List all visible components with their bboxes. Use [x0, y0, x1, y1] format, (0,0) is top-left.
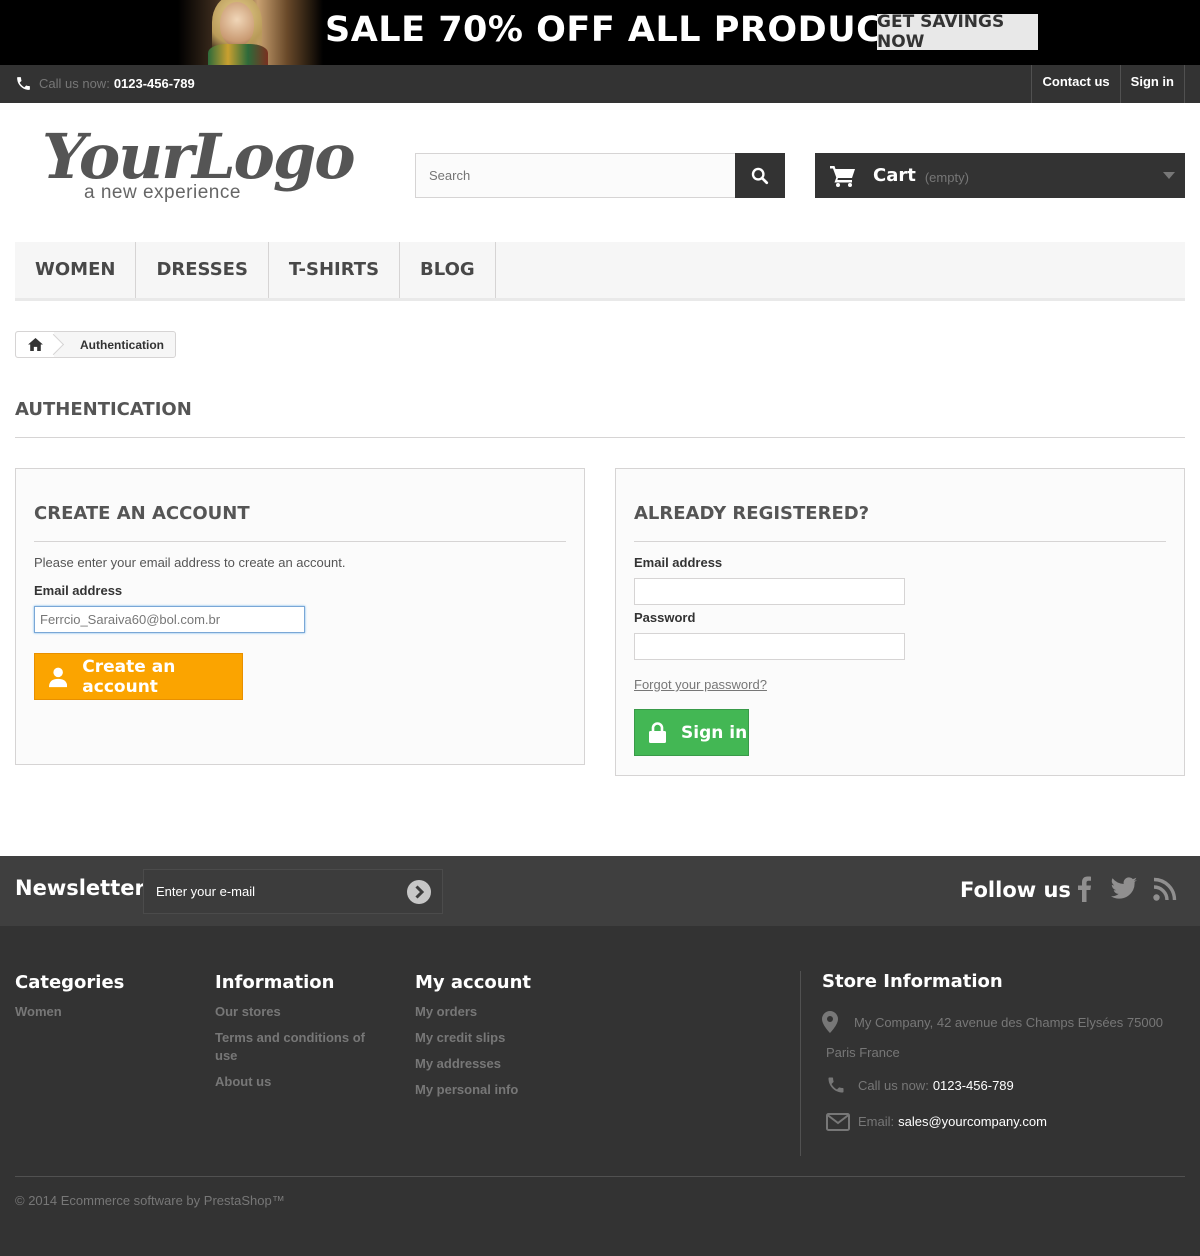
- call-label: Call us now:: [39, 76, 110, 91]
- search-button[interactable]: [735, 153, 785, 198]
- create-account-button[interactable]: Create an account: [34, 653, 243, 700]
- footer-link-women[interactable]: Women: [15, 1003, 185, 1021]
- create-account-form: CREATE AN ACCOUNT Please enter your emai…: [15, 468, 585, 765]
- footer-categories: Categories Women: [15, 972, 185, 1029]
- envelope-icon: [826, 1113, 850, 1131]
- cart-icon: [830, 165, 855, 187]
- newsletter-title: Newsletter: [15, 876, 145, 900]
- footer-information-title: Information: [215, 972, 335, 993]
- menu-item-women[interactable]: WOMEN: [15, 242, 137, 298]
- menu-item-tshirts[interactable]: T-SHIRTS: [269, 242, 401, 298]
- facebook-icon[interactable]: [1075, 876, 1095, 902]
- call-number: 0123-456-789: [113, 76, 195, 91]
- rss-icon[interactable]: [1153, 876, 1177, 902]
- store-call-label: Call us now:: [858, 1078, 929, 1093]
- banner-model-photo: [178, 0, 323, 65]
- phone-icon: [17, 77, 30, 90]
- password-input[interactable]: [634, 633, 905, 660]
- sign-in-link[interactable]: Sign in: [1121, 65, 1185, 103]
- create-email-input[interactable]: [34, 606, 305, 633]
- login-form: ALREADY REGISTERED? Email address Passwo…: [615, 468, 1185, 776]
- footer-categories-title: Categories: [15, 972, 125, 993]
- store-phone: Call us now: 0123-456-789: [826, 1075, 1014, 1095]
- footer-link-my-orders[interactable]: My orders: [415, 1003, 585, 1021]
- breadcrumb-home[interactable]: [16, 332, 54, 357]
- twitter-icon[interactable]: [1110, 876, 1138, 902]
- footer-link-credit-slips[interactable]: My credit slips: [415, 1029, 585, 1047]
- create-account-title: CREATE AN ACCOUNT: [34, 503, 566, 542]
- arrow-right-circle-icon[interactable]: [406, 879, 432, 905]
- footer-store-title: Store Information: [822, 971, 1003, 992]
- breadcrumb: Authentication: [15, 331, 176, 358]
- logo-tagline: a new experience: [84, 182, 241, 203]
- map-marker-icon: [822, 1011, 838, 1033]
- login-email-label: Email address: [634, 555, 723, 570]
- user-icon: [49, 667, 68, 687]
- create-account-label: Create an account: [82, 656, 176, 697]
- home-icon: [27, 338, 43, 351]
- footer-link-addresses[interactable]: My addresses: [415, 1055, 585, 1073]
- login-title: ALREADY REGISTERED?: [634, 503, 1166, 542]
- sign-in-label: Sign in: [681, 722, 748, 743]
- footer: Categories Women Information Our stores …: [0, 926, 1200, 1256]
- search-input[interactable]: [415, 153, 735, 198]
- footer-link-about-us[interactable]: About us: [215, 1073, 385, 1091]
- follow-us-title: Follow us: [960, 878, 1071, 902]
- footer-my-account-title: My account: [415, 972, 531, 993]
- call-us: Call us now: 0123-456-789: [15, 75, 195, 92]
- newsletter-bar: Newsletter Enter your e-mail Follow us: [0, 856, 1200, 926]
- get-savings-button[interactable]: GET SAVINGS NOW: [877, 12, 1038, 52]
- chevron-down-icon: [1163, 172, 1175, 179]
- contact-us-link[interactable]: Contact us: [1032, 65, 1121, 103]
- banner-headline: SALE 70% OFF ALL PRODUCTS: [325, 10, 933, 50]
- footer-link-terms[interactable]: Terms and conditions of use: [215, 1029, 385, 1065]
- search-icon: [751, 167, 769, 184]
- search-bar: [415, 153, 785, 198]
- cart-status: (empty): [924, 169, 969, 185]
- store-email-label: Email:: [858, 1114, 895, 1129]
- store-email: Email: sales@yourcompany.com: [826, 1113, 1047, 1131]
- footer-store-information: Store Information My Company, 42 avenue …: [800, 971, 1185, 1156]
- footer-my-account: My account My orders My credit slips My …: [415, 972, 585, 1107]
- footer-link-our-stores[interactable]: Our stores: [215, 1003, 385, 1021]
- top-nav-bar: Call us now: 0123-456-789 Contact us Sig…: [0, 65, 1200, 103]
- forgot-password-link[interactable]: Forgot your password?: [634, 677, 767, 692]
- social-links: [1075, 876, 1177, 902]
- newsletter-placeholder: Enter your e-mail: [156, 884, 255, 899]
- cart-label: Cart: [873, 165, 916, 186]
- copyright: © 2014 Ecommerce software by PrestaShop™: [15, 1176, 1185, 1208]
- create-account-description: Please enter your email address to creat…: [34, 555, 346, 570]
- footer-link-personal-info[interactable]: My personal info: [415, 1081, 585, 1099]
- store-email-link[interactable]: sales@yourcompany.com: [898, 1114, 1047, 1129]
- lock-icon: [649, 722, 666, 743]
- page-title: AUTHENTICATION: [15, 399, 1185, 438]
- password-label: Password: [634, 610, 696, 625]
- site-logo[interactable]: YourLogo a new experience: [40, 120, 356, 210]
- menu-item-blog[interactable]: BLOG: [400, 242, 496, 298]
- main-menu: WOMEN DRESSES T-SHIRTS BLOG: [15, 242, 1185, 301]
- store-address-line2: Paris France: [826, 1045, 900, 1060]
- breadcrumb-current: Authentication: [80, 337, 164, 352]
- newsletter-input[interactable]: Enter your e-mail: [143, 869, 443, 914]
- promo-banner[interactable]: SALE 70% OFF ALL PRODUCTS GET SAVINGS NO…: [0, 0, 1200, 65]
- footer-information: Information Our stores Terms and conditi…: [215, 972, 385, 1099]
- create-email-label: Email address: [34, 583, 123, 598]
- store-address-line1: My Company, 42 avenue des Champs Elysées…: [854, 1015, 1164, 1030]
- sign-in-button[interactable]: Sign in: [634, 709, 749, 756]
- store-address: My Company, 42 avenue des Champs Elysées…: [822, 1011, 1163, 1033]
- store-call-number: 0123-456-789: [932, 1078, 1014, 1093]
- phone-icon: [828, 1077, 844, 1093]
- login-email-input[interactable]: [634, 578, 905, 605]
- cart-dropdown[interactable]: Cart (empty): [815, 153, 1185, 198]
- menu-item-dresses[interactable]: DRESSES: [136, 242, 269, 298]
